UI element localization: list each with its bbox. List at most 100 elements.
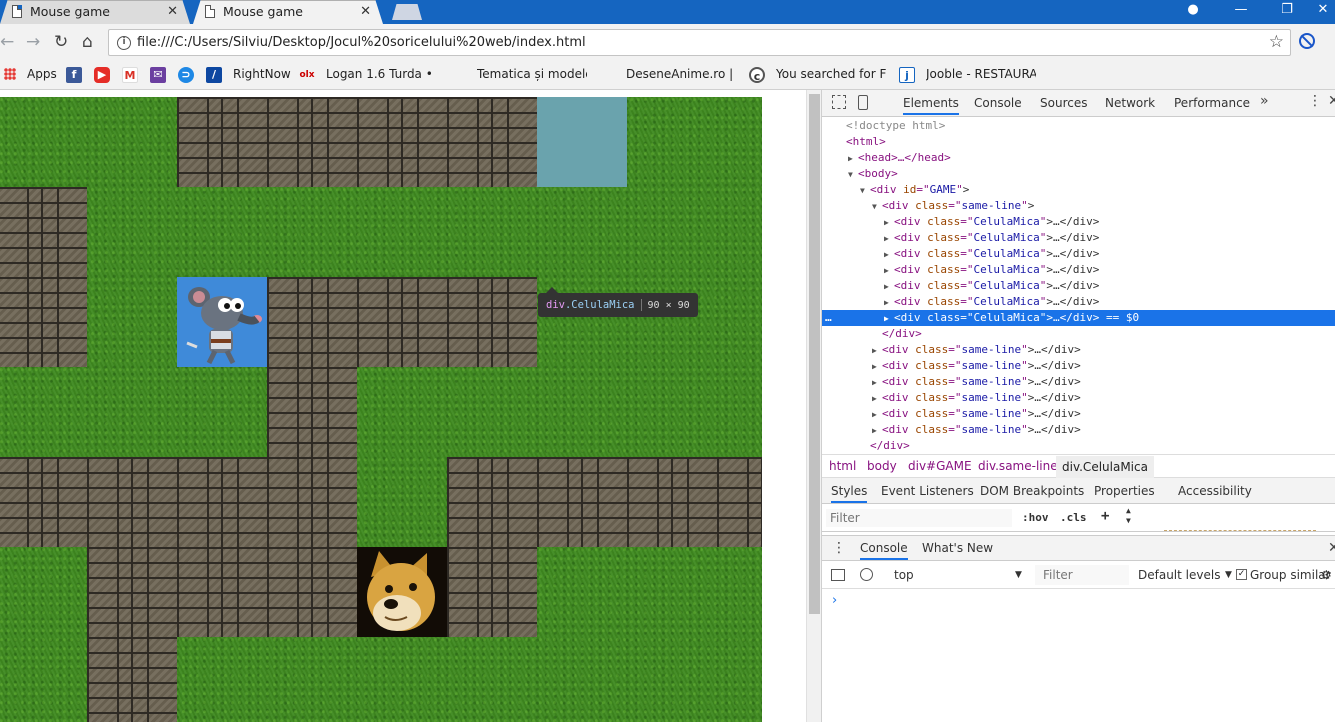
tab-styles[interactable]: Styles <box>831 484 868 503</box>
disclosure-triangle-icon[interactable]: ▶ <box>872 423 882 439</box>
new-tab-button[interactable] <box>392 4 422 20</box>
disclosure-triangle-icon[interactable]: ▶ <box>872 391 882 407</box>
globe-icon[interactable]: c <box>749 67 765 83</box>
disclosure-triangle-icon[interactable]: ▶ <box>884 279 894 295</box>
new-rule-button[interactable]: + <box>1101 508 1109 524</box>
kebab-menu-icon[interactable]: ⋮ <box>1308 93 1322 109</box>
youtube-icon[interactable]: ▶ <box>94 67 110 83</box>
tab-performance[interactable]: Performance <box>1174 96 1250 110</box>
dom-node[interactable]: ▶ <div class="same-line">…</div> <box>822 406 1335 422</box>
browser-tab[interactable]: Mouse game ✕ <box>0 0 190 24</box>
dom-node[interactable]: ▶ <div class="same-line">…</div> <box>822 342 1335 358</box>
rightnow-icon[interactable]: / <box>206 67 222 83</box>
disclosure-triangle-icon[interactable]: ▶ <box>872 375 882 391</box>
tab-properties[interactable]: Properties <box>1094 484 1155 498</box>
back-icon[interactable]: ← <box>0 32 14 52</box>
disclosure-triangle-icon[interactable]: ▶ <box>884 231 894 247</box>
bookmark-icon[interactable]: ⊃ <box>178 67 194 83</box>
dom-node[interactable]: ▶ <div class="same-line">…</div> <box>822 374 1335 390</box>
facebook-icon[interactable]: f <box>66 67 82 83</box>
dom-node[interactable]: ▼ <body> <box>822 166 1335 182</box>
apps-grid-icon[interactable] <box>4 68 16 80</box>
more-tabs-icon[interactable]: » <box>1260 93 1269 109</box>
dom-node[interactable]: ▶ <div class="CelulaMica">…</div> <box>822 230 1335 246</box>
breadcrumb-div-game[interactable]: div#GAME <box>908 459 972 473</box>
home-icon[interactable]: ⌂ <box>82 32 93 52</box>
group-similar-checkbox[interactable]: ✓ <box>1236 569 1247 580</box>
bookmark-logan[interactable]: Logan 1.6 Turda • OL <box>326 67 436 81</box>
bookmark-jooble[interactable]: Jooble - RESTAURAN <box>926 67 1036 81</box>
dom-node[interactable]: ▶ <div class="same-line">…</div> <box>822 422 1335 438</box>
disclosure-triangle-icon[interactable]: ▶ <box>872 407 882 423</box>
star-icon[interactable]: ☆ <box>1269 32 1284 52</box>
tab-event-listeners[interactable]: Event Listeners <box>881 484 974 498</box>
dom-node[interactable]: ▶ <div class="same-line">…</div> <box>822 390 1335 406</box>
disclosure-triangle-icon[interactable]: ▼ <box>848 167 858 183</box>
inspect-element-icon[interactable] <box>832 95 846 109</box>
chevron-down-icon[interactable]: ▼ <box>1015 570 1022 580</box>
dom-node[interactable]: ▶ <div class="CelulaMica">…</div> <box>822 246 1335 262</box>
page-scrollbar[interactable] <box>806 90 821 722</box>
dom-node[interactable]: </div> <box>822 438 1335 454</box>
close-icon[interactable]: ✕ <box>167 0 178 23</box>
close-drawer-icon[interactable]: ✕ <box>1328 540 1335 556</box>
sidebar-toggle-icon[interactable] <box>831 569 845 581</box>
dom-node[interactable]: <html> <box>822 134 1335 150</box>
dom-node[interactable]: ▼ <div id="GAME"> <box>822 182 1335 198</box>
breadcrumb-body[interactable]: body <box>867 459 897 473</box>
yahoo-mail-icon[interactable]: ✉ <box>150 67 166 83</box>
breadcrumb-div-celulamica[interactable]: div.CelulaMica <box>1056 456 1154 478</box>
console-output[interactable]: › <box>822 589 1335 722</box>
disclosure-triangle-icon[interactable]: ▶ <box>848 151 858 167</box>
scroll-stepper-icon[interactable]: ▲ ▼ <box>1126 506 1131 526</box>
dom-node[interactable]: <!doctype html> <box>822 118 1335 134</box>
close-icon[interactable]: ✕ <box>360 0 371 23</box>
minimize-button[interactable]: — <box>1218 0 1264 24</box>
drawer-tab-console[interactable]: Console <box>860 541 908 560</box>
gmail-icon[interactable]: M <box>122 67 138 83</box>
dom-node[interactable]: ▶ <div class="CelulaMica">…</div> <box>822 262 1335 278</box>
device-toolbar-icon[interactable] <box>858 95 868 110</box>
reload-icon[interactable]: ↻ <box>54 32 68 52</box>
profile-icon[interactable]: ● <box>1170 0 1216 24</box>
drawer-tab-whats-new[interactable]: What's New <box>922 541 993 555</box>
class-toggle[interactable]: .cls <box>1060 511 1087 524</box>
tab-elements[interactable]: Elements <box>903 96 959 115</box>
close-window-button[interactable]: ✕ <box>1300 0 1335 24</box>
disclosure-triangle-icon[interactable]: ▶ <box>884 295 894 311</box>
tab-accessibility[interactable]: Accessibility <box>1178 484 1252 498</box>
disclosure-triangle-icon[interactable]: ▶ <box>884 263 894 279</box>
blocker-extension-icon[interactable] <box>1299 33 1315 49</box>
info-icon[interactable]: i <box>117 36 131 50</box>
bookmark-apps[interactable]: Apps <box>27 67 57 81</box>
jooble-icon[interactable]: j <box>899 67 915 83</box>
close-devtools-icon[interactable]: ✕ <box>1328 93 1335 109</box>
console-prompt[interactable]: › <box>832 593 837 608</box>
bookmark-rightnow[interactable]: RightNow <box>233 67 291 81</box>
bookmark-tematica[interactable]: Tematica și modele c <box>477 67 587 81</box>
disclosure-triangle-icon[interactable]: ▶ <box>872 359 882 375</box>
dom-node[interactable]: ▼ <div class="same-line"> <box>822 198 1335 214</box>
olx-icon[interactable]: olx <box>299 67 315 83</box>
disclosure-triangle-icon[interactable]: ▼ <box>872 199 882 215</box>
disclosure-triangle-icon[interactable]: ▶ <box>884 311 894 327</box>
dom-node[interactable]: ▶ <div class="CelulaMica">…</div> <box>822 278 1335 294</box>
context-select[interactable]: top <box>894 568 914 582</box>
breadcrumb-div-same-line[interactable]: div.same-line <box>978 459 1058 473</box>
bookmark-you-searched[interactable]: You searched for Full <box>776 67 886 81</box>
drawer-menu-icon[interactable]: ⋮ <box>832 540 846 556</box>
browser-tab-active[interactable]: Mouse game ✕ <box>193 0 383 24</box>
dom-node[interactable]: ▶ <head>…</head> <box>822 150 1335 166</box>
tab-sources[interactable]: Sources <box>1040 96 1087 110</box>
tab-dom-breakpoints[interactable]: DOM Breakpoints <box>980 484 1084 498</box>
tab-network[interactable]: Network <box>1105 96 1155 110</box>
console-settings-icon[interactable]: ⚙ <box>1321 568 1332 582</box>
scrollbar-thumb[interactable] <box>809 94 820 614</box>
clear-console-icon[interactable] <box>860 568 873 581</box>
address-url[interactable]: file:///C:/Users/Silviu/Desktop/Jocul%20… <box>137 35 586 50</box>
disclosure-triangle-icon[interactable]: ▶ <box>884 247 894 263</box>
dom-node[interactable]: ▶ <div class="CelulaMica">…</div> <box>822 294 1335 310</box>
dom-node[interactable]: ▶ <div class="CelulaMica">…</div> <box>822 214 1335 230</box>
chevron-down-icon[interactable]: ▼ <box>1225 570 1232 580</box>
breadcrumb-html[interactable]: html <box>829 459 856 473</box>
